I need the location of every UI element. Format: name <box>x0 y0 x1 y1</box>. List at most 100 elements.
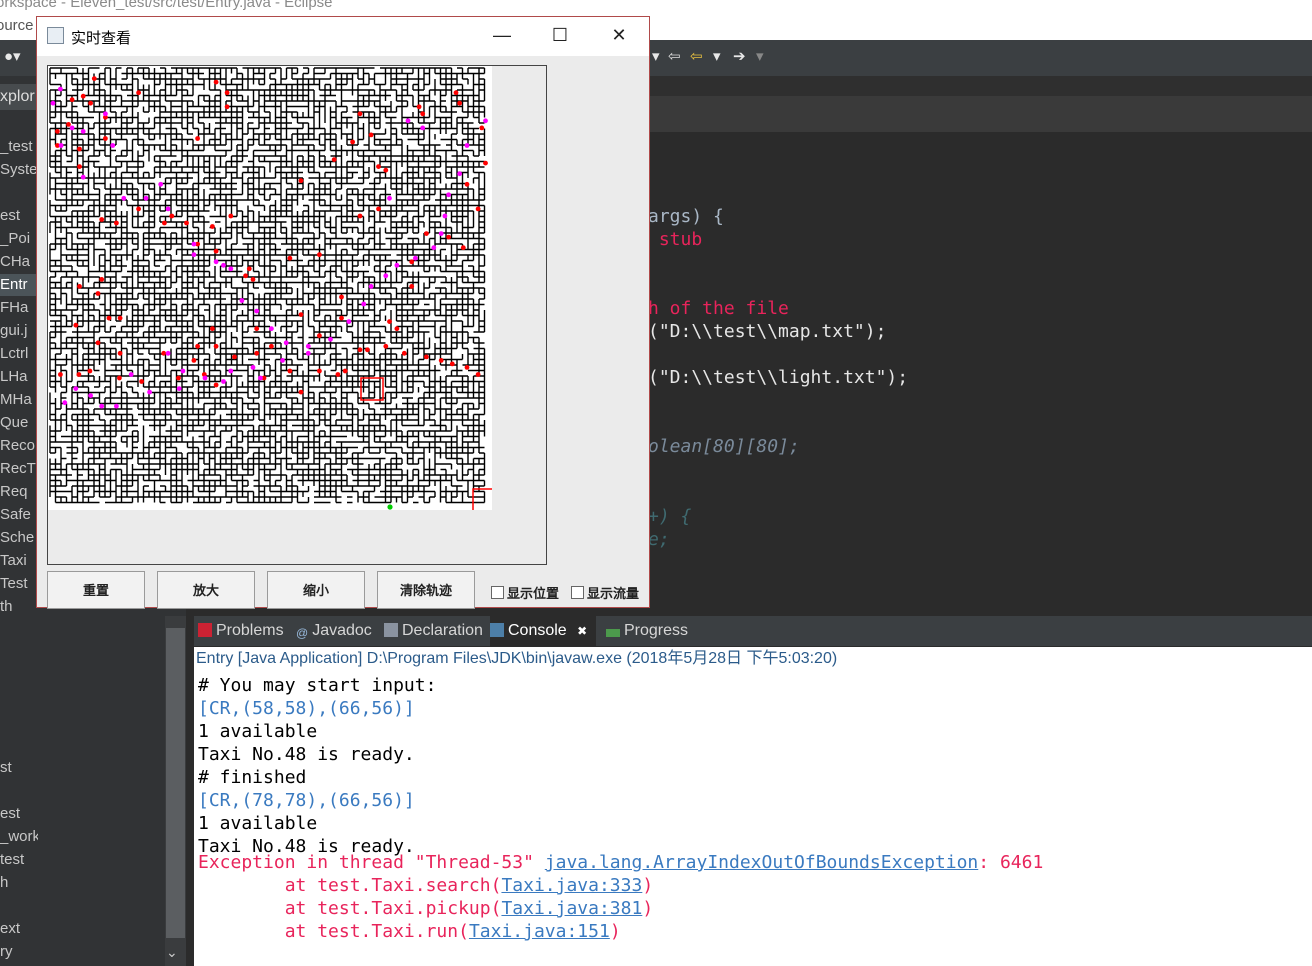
tab-declaration[interactable]: Declaration <box>384 616 483 646</box>
taxi-marker <box>246 266 252 272</box>
taxi-marker <box>250 277 256 282</box>
eclipse-title-bar: orkspace - Eleven_test/src/test/Entry.ja… <box>0 0 1312 14</box>
close-icon[interactable]: ✖ <box>577 624 587 638</box>
explorer-item[interactable]: Entr <box>0 274 40 296</box>
trace-prefix: at test.Taxi.search( <box>198 875 502 896</box>
taxi-marker-serving <box>50 100 56 106</box>
explorer-item[interactable]: _test <box>0 136 38 158</box>
taxi-marker <box>184 220 189 226</box>
trace-source-link[interactable]: Taxi.java:381 <box>501 898 642 919</box>
show-position-checkbox[interactable]: 显示位置 <box>491 583 559 602</box>
explorer-item[interactable]: _Poi <box>0 228 38 250</box>
explorer-item[interactable]: Taxi <box>0 550 38 572</box>
explorer-item[interactable]: ext <box>0 918 38 940</box>
taxi-marker-serving <box>58 86 63 92</box>
explorer-item[interactable]: gui.j <box>0 320 38 342</box>
tab-problems[interactable]: Problems <box>198 616 284 646</box>
explorer-item[interactable]: Que <box>0 412 38 434</box>
taxi-marker <box>376 206 381 212</box>
taxi-marker <box>424 354 429 360</box>
clear-trace-button[interactable]: 清除轨迹 <box>377 571 475 609</box>
taxi-marker <box>95 291 101 296</box>
explorer-item[interactable]: test <box>0 849 38 871</box>
explorer-item[interactable]: Lctrl <box>0 343 38 365</box>
progress-icon <box>606 629 620 637</box>
back-nav-icon[interactable]: ⇦ <box>668 48 681 66</box>
trace-source-link[interactable]: Taxi.java:151 <box>469 921 610 942</box>
tab-console[interactable]: Console ✖ <box>490 616 596 646</box>
taxi-marker-serving <box>128 372 134 377</box>
taxi-marker-serving <box>62 400 68 406</box>
close-icon[interactable]: ✕ <box>599 25 639 46</box>
chevron-down-icon[interactable]: ▾ <box>652 48 660 66</box>
taxi-marker <box>213 343 219 349</box>
explorer-item[interactable]: th <box>0 596 38 618</box>
taxi-marker <box>99 277 105 282</box>
taxi-marker <box>460 245 466 251</box>
taxi-marker-serving <box>73 386 79 391</box>
zoom-in-button[interactable]: 放大 <box>157 571 255 609</box>
checkbox-box[interactable] <box>571 586 584 599</box>
console-line: Taxi No.48 is ready. <box>198 744 415 765</box>
taxi-marker <box>438 358 444 363</box>
explorer-item[interactable]: st <box>0 757 38 779</box>
explorer-scroll-thumb[interactable] <box>166 628 185 938</box>
chevron-down-icon[interactable]: ▾ <box>756 48 764 66</box>
explorer-item[interactable]: h <box>0 872 38 894</box>
taxi-marker-serving <box>387 195 392 201</box>
maximize-icon[interactable]: ☐ <box>540 25 580 46</box>
eclipse-window-title: orkspace - Eleven_test/src/test/Entry.ja… <box>0 0 333 11</box>
taxi-marker-serving <box>420 125 426 131</box>
explorer-item[interactable]: est <box>0 803 38 825</box>
explorer-item[interactable]: ry <box>0 941 38 963</box>
minimize-icon[interactable]: — <box>482 25 522 46</box>
taxi-marker-serving <box>180 368 186 374</box>
taxi-marker <box>287 368 293 374</box>
exception-class-link[interactable]: java.lang.ArrayIndexOutOfBoundsException <box>545 852 978 873</box>
tab-progress[interactable]: Progress <box>606 616 688 646</box>
explorer-item[interactable]: Req <box>0 481 38 503</box>
explorer-tab[interactable]: xplor <box>0 84 40 110</box>
explorer-item[interactable]: CHa <box>0 251 38 273</box>
stack-trace-line: at test.Taxi.run(Taxi.java:151) <box>198 920 621 943</box>
user-icon[interactable]: ●▾ <box>4 48 21 66</box>
reset-button[interactable]: 重置 <box>47 571 145 609</box>
explorer-item[interactable]: Reco <box>0 435 38 457</box>
checkbox-box[interactable] <box>491 586 504 599</box>
taxi-marker-serving <box>442 213 448 219</box>
zoom-out-button[interactable]: 缩小 <box>267 571 365 609</box>
taxi-marker <box>298 178 304 184</box>
explorer-item[interactable]: RecT <box>0 458 38 480</box>
taxi-marker <box>117 350 123 356</box>
taxi-marker-serving <box>361 301 367 307</box>
explorer-item[interactable]: Test <box>0 573 38 595</box>
taxi-marker-serving <box>165 350 171 356</box>
taxi-marker <box>401 350 407 356</box>
exception-suffix: : 6461 <box>978 852 1044 873</box>
taxi-marker <box>387 319 392 324</box>
explorer-item[interactable]: Sche <box>0 527 38 549</box>
explorer-item[interactable]: _work <box>0 826 38 848</box>
explorer-item[interactable]: MHa <box>0 389 38 411</box>
explorer-item[interactable]: Syste <box>0 159 38 181</box>
scroll-down-icon[interactable]: ⌄ <box>166 944 178 961</box>
chevron-down-icon[interactable]: ▾ <box>713 48 721 66</box>
forward-nav-icon[interactable]: ➔ <box>733 48 746 66</box>
taxi-marker-serving <box>121 195 127 201</box>
tab-javadoc[interactable]: @ Javadoc <box>296 616 372 646</box>
explorer-item[interactable]: LHa <box>0 366 38 388</box>
taxi-marker-serving <box>103 111 108 117</box>
console-output[interactable]: # You may start input: [CR,(58,58),(66,56… <box>194 670 1312 966</box>
explorer-item[interactable]: Safe <box>0 504 38 526</box>
taxi-marker <box>331 157 337 162</box>
show-traffic-checkbox[interactable]: 显示流量 <box>571 583 639 602</box>
map-canvas[interactable] <box>48 66 492 510</box>
explorer-item[interactable]: est <box>0 205 38 227</box>
taxi-marker <box>136 90 141 96</box>
last-edit-icon[interactable]: ⇦ <box>690 48 703 66</box>
trace-source-link[interactable]: Taxi.java:333 <box>501 875 642 896</box>
taxi-marker-serving <box>254 308 260 314</box>
explorer-item[interactable]: FHa <box>0 297 38 319</box>
menu-fragment[interactable]: ource <box>0 17 34 34</box>
window-title-bar[interactable]: 实时查看 — ☐ ✕ <box>37 17 649 56</box>
